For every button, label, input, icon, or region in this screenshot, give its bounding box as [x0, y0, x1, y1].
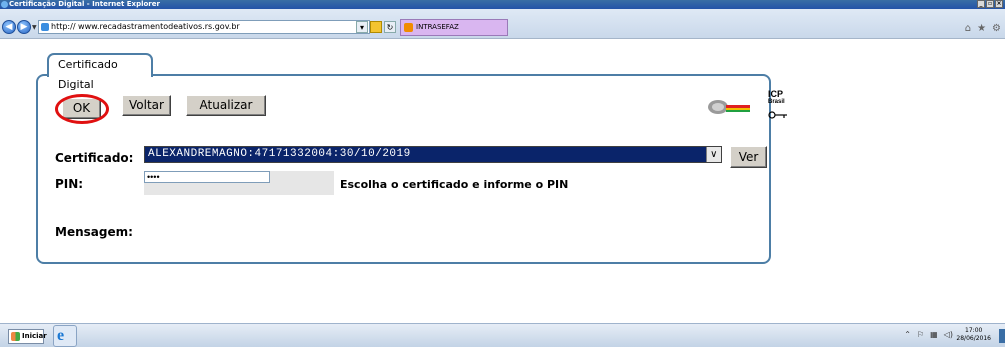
page-content: Certificado Digital OK Voltar Atualizar …: [0, 40, 1005, 323]
history-dropdown-icon[interactable]: ▼: [32, 24, 37, 31]
atualizar-button[interactable]: Atualizar: [186, 95, 266, 116]
icp-logo-subtitle: Brasil: [768, 99, 785, 105]
address-tools: ▾ ↻: [356, 21, 396, 33]
browser-tab[interactable]: INTRASEFAZ: [400, 19, 508, 36]
tray-expand-icon[interactable]: ⌃: [904, 330, 911, 339]
window-controls: _ ▫ ×: [977, 0, 1003, 8]
address-bar[interactable]: http:// www.recadastramentodeativos.rs.g…: [38, 20, 370, 34]
ver-button[interactable]: Ver: [730, 146, 767, 168]
tools-gear-icon[interactable]: ⚙: [992, 23, 1001, 34]
taskbar-clock[interactable]: 17:00 28/06/2016: [956, 327, 991, 343]
mensagem-label: Mensagem:: [55, 225, 133, 239]
chevron-down-icon[interactable]: ∨: [706, 147, 721, 162]
lock-icon[interactable]: [370, 21, 382, 33]
taskbar: Iniciar e ⌃ ⚐ ▦ ◁) 17:00 28/06/2016: [0, 323, 1005, 347]
start-label: Iniciar: [22, 332, 47, 340]
back-button[interactable]: ◀: [2, 20, 16, 34]
windows-logo-icon: [11, 332, 20, 341]
taskbar-ie-button[interactable]: e: [53, 325, 77, 347]
certificado-label: Certificado:: [55, 151, 134, 165]
address-url: http:// www.recadastramentodeativos.rs.g…: [51, 22, 240, 31]
ok-highlight-annotation: [55, 94, 109, 124]
forward-button[interactable]: ▶: [17, 20, 31, 34]
address-dropdown-icon[interactable]: ▾: [356, 21, 368, 33]
certificado-select[interactable]: ALEXANDREMAGNO:47171332004:30/10/2019 ∨: [144, 146, 722, 163]
favorites-icon[interactable]: ★: [977, 23, 986, 34]
window-title: Certificação Digital - Internet Explorer: [9, 0, 160, 8]
volume-icon[interactable]: ◁): [944, 330, 953, 339]
government-logo: [708, 100, 750, 114]
browser-right-icons: ⌂ ★ ⚙: [965, 23, 1001, 34]
pin-input[interactable]: ••••: [144, 171, 270, 183]
certificado-value: ALEXANDREMAGNO:47171332004:30/10/2019: [148, 148, 411, 160]
clock-date: 28/06/2016: [956, 335, 991, 342]
voltar-button[interactable]: Voltar: [122, 95, 171, 116]
browser-navbar: ◀ ▶ ▼ http:// www.recadastramentodeativo…: [0, 9, 1005, 39]
start-button[interactable]: Iniciar: [8, 329, 47, 344]
tab-title: INTRASEFAZ: [416, 23, 459, 31]
show-desktop-button[interactable]: [999, 329, 1005, 343]
icp-brasil-logo: ICP Brasil: [768, 89, 790, 119]
home-icon[interactable]: ⌂: [965, 23, 971, 34]
network-icon[interactable]: ▦: [930, 330, 938, 339]
window-titlebar: Certificação Digital - Internet Explorer…: [0, 0, 1005, 9]
certificate-panel: OK Voltar Atualizar ICP Brasil Certifica…: [36, 74, 787, 264]
pin-hint-text: Escolha o certificado e informe o PIN: [340, 178, 569, 191]
action-center-flag-icon[interactable]: ⚐: [917, 330, 924, 339]
close-button[interactable]: ×: [995, 0, 1003, 8]
icp-logo-title: ICP: [768, 89, 784, 99]
tab-certificado-digital[interactable]: Certificado Digital: [47, 53, 153, 91]
ie-icon: [1, 1, 8, 8]
clock-time: 17:00: [965, 327, 983, 334]
internet-explorer-icon: e: [57, 327, 65, 344]
minimize-button[interactable]: _: [977, 0, 985, 8]
restore-button[interactable]: ▫: [986, 0, 994, 8]
refresh-icon[interactable]: ↻: [384, 21, 396, 33]
pin-label: PIN:: [55, 177, 84, 191]
tab-favicon-icon: [404, 23, 413, 32]
key-icon: [768, 111, 787, 119]
system-tray: ⌃ ⚐ ▦ ◁): [904, 330, 953, 339]
page-icon: [41, 23, 49, 31]
